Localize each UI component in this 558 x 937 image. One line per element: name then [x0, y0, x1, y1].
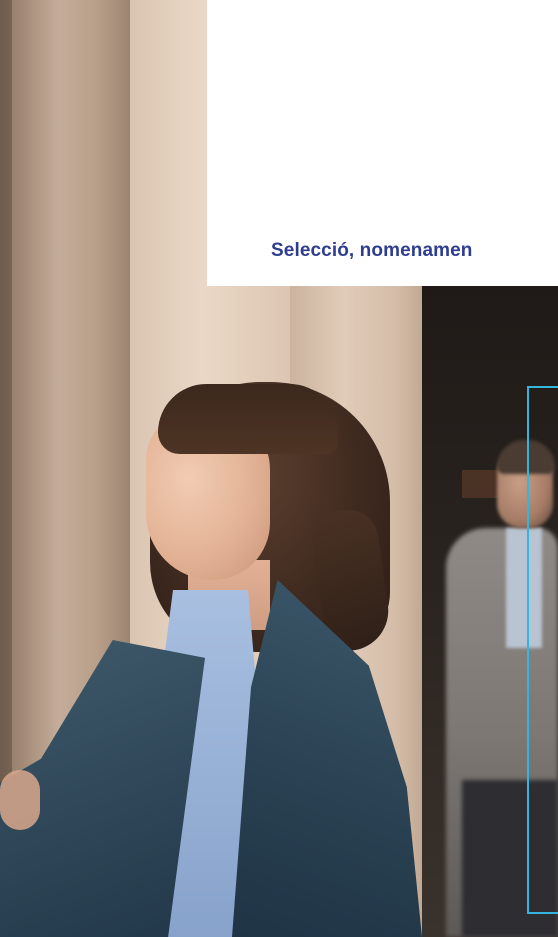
woman-hand [0, 770, 40, 830]
title-card: Selecció, nomenamen [207, 0, 558, 286]
doorway-sign [462, 470, 502, 498]
cyan-frame-accent [527, 386, 558, 914]
hero-title: Selecció, nomenamen [271, 240, 473, 261]
woman-hair-front [158, 384, 338, 454]
page: Selecció, nomenamen [0, 0, 558, 937]
